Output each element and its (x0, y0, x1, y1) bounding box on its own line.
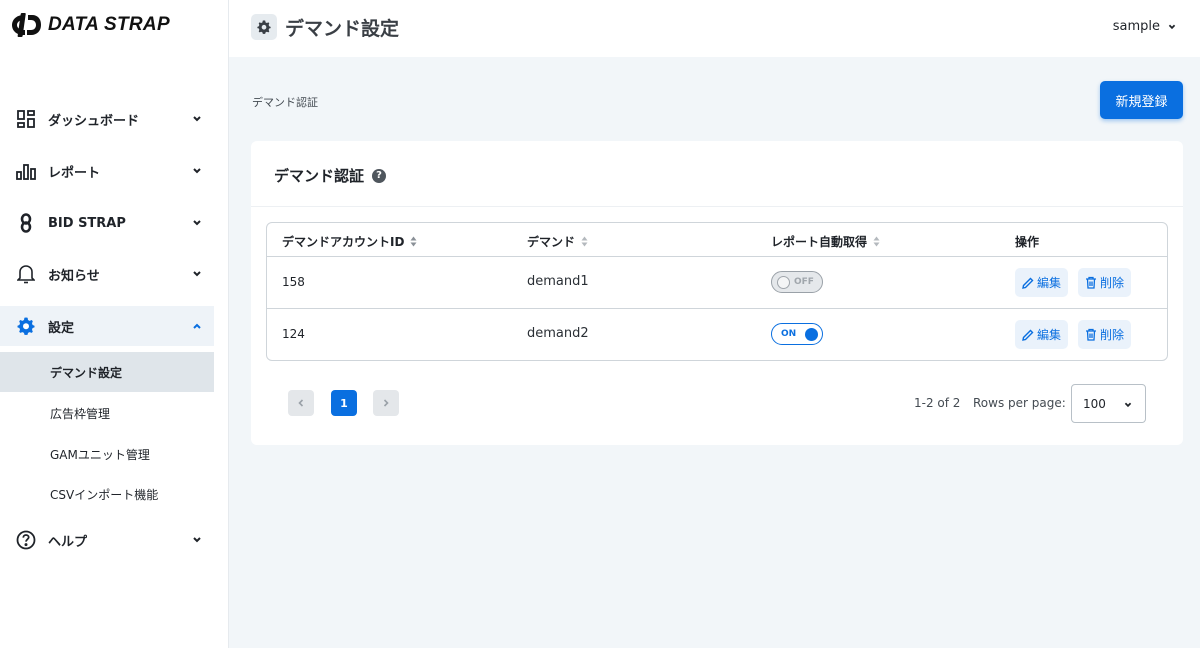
rows-per-page-value: 100 (1083, 396, 1106, 411)
pencil-icon (1022, 329, 1034, 341)
divider (251, 206, 1183, 207)
card-title-text: デマンド認証 (274, 167, 365, 185)
sidebar-item-dashboard[interactable]: ダッシュボード (0, 99, 214, 139)
column-header-actions: 操作 (1015, 233, 1039, 250)
column-label: デマンド (527, 235, 576, 249)
help-circle-icon (16, 530, 36, 550)
chevron-down-icon (193, 168, 201, 174)
toggle-knob (805, 327, 818, 341)
toggle-knob (777, 275, 790, 289)
sidebar-item-bid-strap[interactable]: BID STRAP (0, 203, 214, 243)
sidebar-item-label: ダッシュボード (48, 113, 140, 129)
chevron-down-icon (193, 116, 201, 122)
table-row: 158 demand1 OFF 編集 削除 (267, 257, 1167, 309)
sort-icon (410, 236, 417, 247)
rows-per-page-label: Rows per page: (973, 396, 1066, 410)
dashboard-icon (16, 109, 36, 129)
column-header-auto-report[interactable]: レポート自動取得 (771, 233, 880, 250)
toggle-label: ON (781, 329, 797, 339)
sidebar-item-label: レポート (48, 165, 101, 181)
sidebar-item-report[interactable]: レポート (0, 151, 214, 191)
demand-table: デマンドアカウントID デマンド レポート自動取得 操作 158 demand1… (266, 222, 1168, 361)
user-menu[interactable]: sample (1113, 19, 1178, 34)
column-label: デマンドアカウントID (282, 235, 405, 249)
rows-per-page-select[interactable]: 100 (1071, 384, 1146, 423)
toggle-label: OFF (794, 277, 814, 287)
pencil-icon (1022, 277, 1034, 289)
edit-button[interactable]: 編集 (1015, 320, 1069, 349)
user-name: sample (1112, 19, 1160, 34)
chevron-down-icon (1168, 24, 1176, 29)
chevron-down-icon (1124, 402, 1132, 408)
card-title: デマンド認証 ? (274, 165, 387, 186)
sidebar-subitem-csv-import[interactable]: CSVインポート機能 (0, 474, 214, 514)
auto-report-toggle[interactable]: OFF (771, 271, 823, 293)
table-row: 124 demand2 ON 編集 削除 (267, 309, 1167, 360)
column-header-account-id[interactable]: デマンドアカウントID (282, 233, 417, 250)
trash-icon (1086, 328, 1096, 341)
new-register-button[interactable]: 新規登録 (1100, 81, 1183, 119)
delete-label: 削除 (1100, 276, 1125, 290)
cell-demand: demand2 (527, 326, 589, 341)
chevron-down-icon (193, 537, 201, 543)
chevron-down-icon (193, 220, 201, 226)
sidebar-item-label: ヘルプ (48, 534, 88, 550)
bar-chart-icon (16, 161, 36, 181)
sidebar-item-settings[interactable]: 設定 (0, 306, 214, 346)
page-gear-icon (251, 14, 277, 40)
chevron-right-icon (383, 399, 389, 407)
table-header: デマンドアカウントID デマンド レポート自動取得 操作 (267, 223, 1167, 257)
brand-logo[interactable]: DATA STRAP (10, 12, 170, 38)
sort-icon (581, 236, 588, 247)
chevron-down-icon (193, 271, 201, 277)
column-label: レポート自動取得 (771, 235, 868, 249)
chevron-up-icon (193, 323, 201, 329)
cell-account-id: 158 (282, 275, 305, 289)
page-title: デマンド設定 (285, 18, 400, 40)
help-icon[interactable]: ? (372, 168, 387, 183)
sidebar-item-notifications[interactable]: お知らせ (0, 254, 214, 294)
brand-name: DATA STRAP (48, 14, 170, 35)
sort-icon (873, 236, 880, 247)
cell-account-id: 124 (282, 327, 305, 341)
logo-mark-icon (12, 13, 41, 37)
sidebar: DATA STRAP ダッシュボード レポート BID STRAP お知らせ 設… (0, 0, 229, 648)
sidebar-item-label: お知らせ (48, 268, 100, 284)
next-page-button[interactable] (373, 390, 399, 416)
top-header: デマンド設定 sample (229, 0, 1200, 57)
sidebar-item-help[interactable]: ヘルプ (0, 520, 214, 560)
edit-button[interactable]: 編集 (1015, 268, 1069, 297)
bell-icon (16, 264, 36, 284)
link-icon (16, 213, 36, 233)
sidebar-subitem-ad-slots[interactable]: 広告枠管理 (0, 393, 214, 433)
breadcrumb: デマンド認証 (252, 96, 318, 109)
delete-button[interactable]: 削除 (1078, 268, 1132, 297)
auto-report-toggle[interactable]: ON (771, 323, 823, 345)
cell-demand: demand1 (527, 274, 589, 289)
gear-icon (16, 316, 36, 336)
sidebar-subitem-gam-units[interactable]: GAMユニット管理 (0, 434, 214, 474)
delete-button[interactable]: 削除 (1078, 320, 1132, 349)
sidebar-item-label: 設定 (48, 320, 75, 336)
sidebar-subitem-demand-settings[interactable]: デマンド設定 (0, 352, 214, 392)
column-header-demand[interactable]: デマンド (527, 233, 588, 250)
edit-label: 編集 (1037, 276, 1062, 290)
delete-label: 削除 (1100, 328, 1125, 342)
chevron-left-icon (298, 399, 304, 407)
pagination-range: 1-2 of 2 (914, 396, 961, 410)
prev-page-button[interactable] (288, 390, 314, 416)
column-label: 操作 (1015, 235, 1040, 249)
trash-icon (1086, 276, 1096, 289)
edit-label: 編集 (1037, 328, 1062, 342)
sidebar-item-label: BID STRAP (48, 215, 126, 231)
page-button-current[interactable]: 1 (331, 390, 357, 416)
